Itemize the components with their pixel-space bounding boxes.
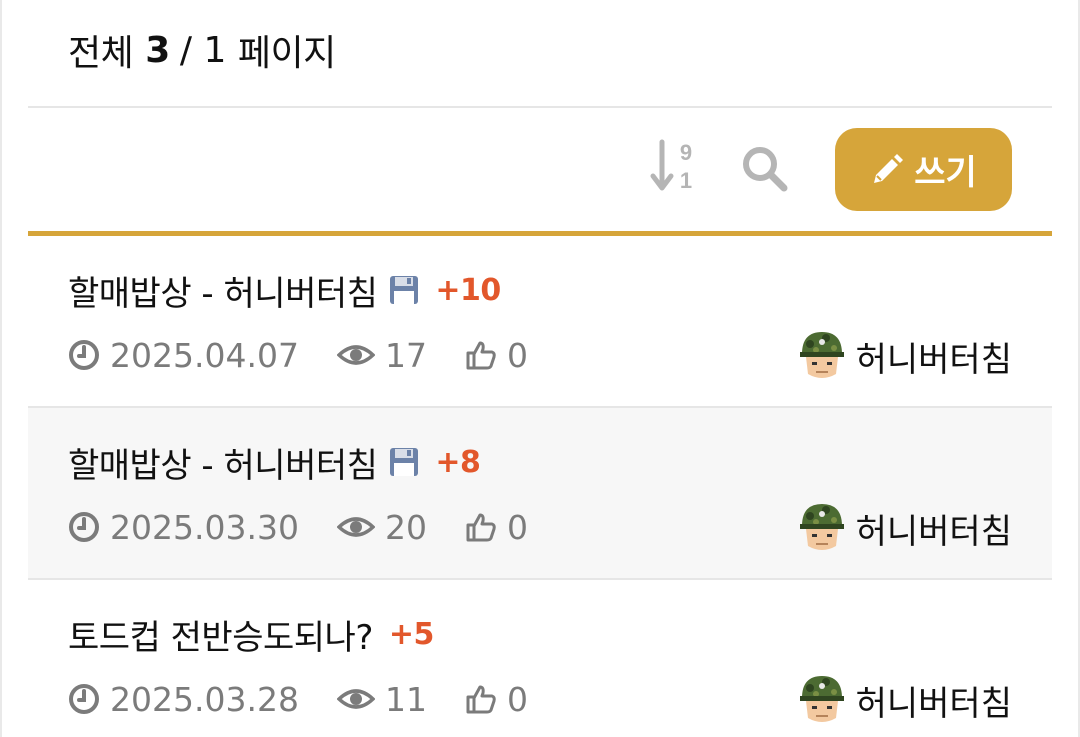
page-separator: / <box>179 29 192 71</box>
post-title[interactable]: 할매밥상 - 허니버터침 <box>68 266 378 315</box>
likes-group: 0 <box>465 336 528 375</box>
post-date: 2025.03.28 <box>110 679 299 719</box>
total-count: 3 <box>145 29 170 71</box>
left-border <box>0 0 2 737</box>
post-date: 2025.03.30 <box>110 507 299 547</box>
comment-count[interactable]: +8 <box>435 445 481 480</box>
sort-button[interactable]: 9 1 <box>650 138 698 196</box>
post-author[interactable]: 허니버터침 <box>793 672 1012 728</box>
thumbs-up-icon <box>466 513 496 542</box>
post-date: 2025.04.07 <box>110 335 299 375</box>
attachment-icon <box>390 448 419 476</box>
views-group: 11 <box>336 679 427 719</box>
thumbs-up-icon <box>466 685 496 714</box>
write-label: 쓰기 <box>914 153 977 193</box>
post-author[interactable]: 허니버터침 <box>793 328 1012 384</box>
list-item[interactable]: 할매밥상 - 허니버터침 +8 2025.03.30 20 0 허니버터침 <box>28 408 1052 580</box>
list-item[interactable]: 할매밥상 - 허니버터침 +10 2025.04.07 17 0 허니버터침 <box>28 236 1052 408</box>
list-item[interactable]: 토드컵 전반승도되나? +5 2025.03.28 11 0 허니버터침 <box>28 580 1052 737</box>
clock-icon <box>69 340 99 370</box>
soldier-avatar-icon <box>793 500 850 556</box>
page-count: 1 <box>203 29 226 71</box>
page-label: 페이지 <box>237 33 336 74</box>
post-meta: 2025.04.07 17 0 <box>68 332 528 378</box>
comment-count[interactable]: +10 <box>435 273 501 308</box>
clock-icon <box>69 512 99 542</box>
soldier-avatar-icon <box>793 672 850 728</box>
post-title-line: 할매밥상 - 허니버터침 +10 <box>68 266 501 314</box>
post-title-line: 할매밥상 - 허니버터침 +8 <box>68 438 481 487</box>
eye-icon <box>336 689 375 709</box>
board-summary: 전체 3 / 1 페이지 <box>68 26 336 75</box>
like-count: 0 <box>506 507 528 547</box>
search-icon <box>743 147 788 192</box>
board-list-page: 전체 3 / 1 페이지 9 1 쓰기 할매밥상 - 허니버터침 +10 202… <box>0 0 1080 737</box>
board-toolbar: 9 1 쓰기 <box>28 108 1052 232</box>
likes-group: 0 <box>465 680 528 719</box>
view-count: 17 <box>384 335 427 375</box>
soldier-avatar-icon <box>793 328 850 384</box>
author-name: 허니버터침 <box>855 339 1012 380</box>
sort-bottom-digit: 1 <box>680 168 692 193</box>
views-group: 17 <box>336 335 427 375</box>
thumbs-up-icon <box>466 341 496 370</box>
post-author[interactable]: 허니버터침 <box>793 500 1012 556</box>
author-name: 허니버터침 <box>855 683 1012 724</box>
pencil-icon <box>874 153 904 183</box>
post-title[interactable]: 토드컵 전반승도되나? <box>68 610 373 659</box>
likes-group: 0 <box>465 508 528 547</box>
comment-count[interactable]: +5 <box>389 617 435 652</box>
view-count: 20 <box>384 507 427 547</box>
eye-icon <box>336 517 375 537</box>
eye-icon <box>336 345 375 365</box>
post-meta: 2025.03.28 11 0 <box>68 676 528 722</box>
post-list: 할매밥상 - 허니버터침 +10 2025.04.07 17 0 허니버터침 할… <box>28 236 1052 737</box>
post-title[interactable]: 할매밥상 - 허니버터침 <box>68 438 378 487</box>
view-count: 11 <box>384 679 427 719</box>
like-count: 0 <box>506 335 528 375</box>
author-name: 허니버터침 <box>855 511 1012 552</box>
write-button[interactable]: 쓰기 <box>835 128 1012 211</box>
sort-top-digit: 9 <box>680 140 692 165</box>
sort-numeric-desc-icon: 9 1 <box>650 139 692 193</box>
attachment-icon <box>390 276 419 304</box>
total-label: 전체 <box>68 33 134 74</box>
post-title-line: 토드컵 전반승도되나? +5 <box>68 610 434 658</box>
clock-icon <box>69 684 99 714</box>
like-count: 0 <box>506 679 528 719</box>
post-meta: 2025.03.30 20 0 <box>68 504 528 550</box>
search-button[interactable] <box>740 144 790 194</box>
views-group: 20 <box>336 507 427 547</box>
